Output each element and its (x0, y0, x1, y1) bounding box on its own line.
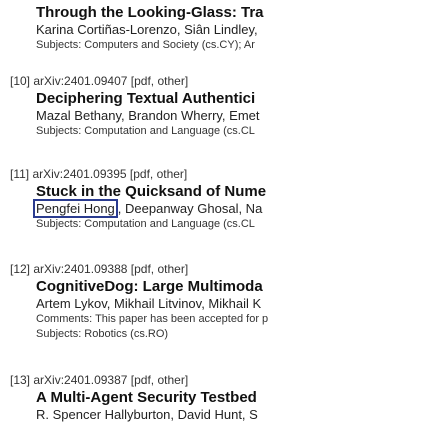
paper-title[interactable]: CognitiveDog: Large Multimoda (36, 278, 268, 296)
paper-subjects: Subjects: Computation and Language (cs.C… (36, 125, 255, 137)
entry-10-meta: [10] arXiv:2401.09407 [pdf, other] (10, 74, 188, 88)
entry-11: Stuck in the Quicksand of Nume Pengfei H… (33, 183, 266, 232)
entry-11-meta: [11] arXiv:2401.09395 [pdf, other] (10, 167, 187, 181)
paper-subjects: Subjects: Computation and Language (cs.C… (36, 218, 255, 230)
format-links[interactable]: [pdf, other] (131, 262, 188, 276)
entry-13-meta: [13] arXiv:2401.09387 [pdf, other] (10, 373, 188, 387)
paper-authors-rest[interactable]: , Deepanway Ghosal, Na (118, 201, 263, 216)
paper-comments: Comments: This paper has been accepted f… (36, 313, 269, 325)
entry-index: [12] (10, 262, 31, 276)
paper-title[interactable]: Through the Looking-Glass: Tra (36, 4, 264, 22)
paper-subjects: Subjects: Computers and Society (cs.CY);… (36, 39, 255, 51)
entry-9: Through the Looking-Glass: Tra Karina Co… (36, 4, 264, 53)
entry-index: [13] (10, 373, 31, 387)
entry-12: CognitiveDog: Large Multimoda Artem Lyko… (36, 278, 268, 342)
format-links[interactable]: [pdf, other] (131, 74, 188, 88)
format-links[interactable]: [pdf, other] (131, 373, 188, 387)
paper-title[interactable]: Deciphering Textual Authentici (36, 90, 260, 108)
entry-13: A Multi-Agent Security Testbed R. Spence… (36, 389, 258, 423)
paper-authors[interactable]: Artem Lykov, Mikhail Litvinov, Mikhail K (36, 296, 268, 312)
entry-index: [10] (10, 74, 31, 88)
arxiv-id-link[interactable]: arXiv:2401.09395 (32, 167, 126, 181)
paper-title[interactable]: A Multi-Agent Security Testbed (36, 389, 258, 407)
arxiv-id-link[interactable]: arXiv:2401.09388 (33, 262, 127, 276)
paper-authors[interactable]: Mazal Bethany, Brandon Wherry, Emet (36, 108, 260, 124)
entry-10: Deciphering Textual Authentici Mazal Bet… (36, 90, 260, 139)
entry-index: [11] (10, 167, 30, 181)
format-links[interactable]: [pdf, other] (130, 167, 187, 181)
arxiv-id-link[interactable]: arXiv:2401.09407 (33, 74, 127, 88)
entry-12-meta: [12] arXiv:2401.09388 [pdf, other] (10, 262, 188, 276)
paper-authors[interactable]: R. Spencer Hallyburton, David Hunt, S (36, 407, 258, 423)
highlighted-author[interactable]: Pengfei Hong (33, 199, 118, 218)
paper-subjects: Subjects: Robotics (cs.RO) (36, 328, 169, 340)
paper-authors: Pengfei Hong, Deepanway Ghosal, Na (33, 199, 266, 218)
paper-authors[interactable]: Karina Cortiñas-Lorenzo, Siân Lindley, (36, 22, 264, 38)
arxiv-id-link[interactable]: arXiv:2401.09387 (33, 373, 127, 387)
